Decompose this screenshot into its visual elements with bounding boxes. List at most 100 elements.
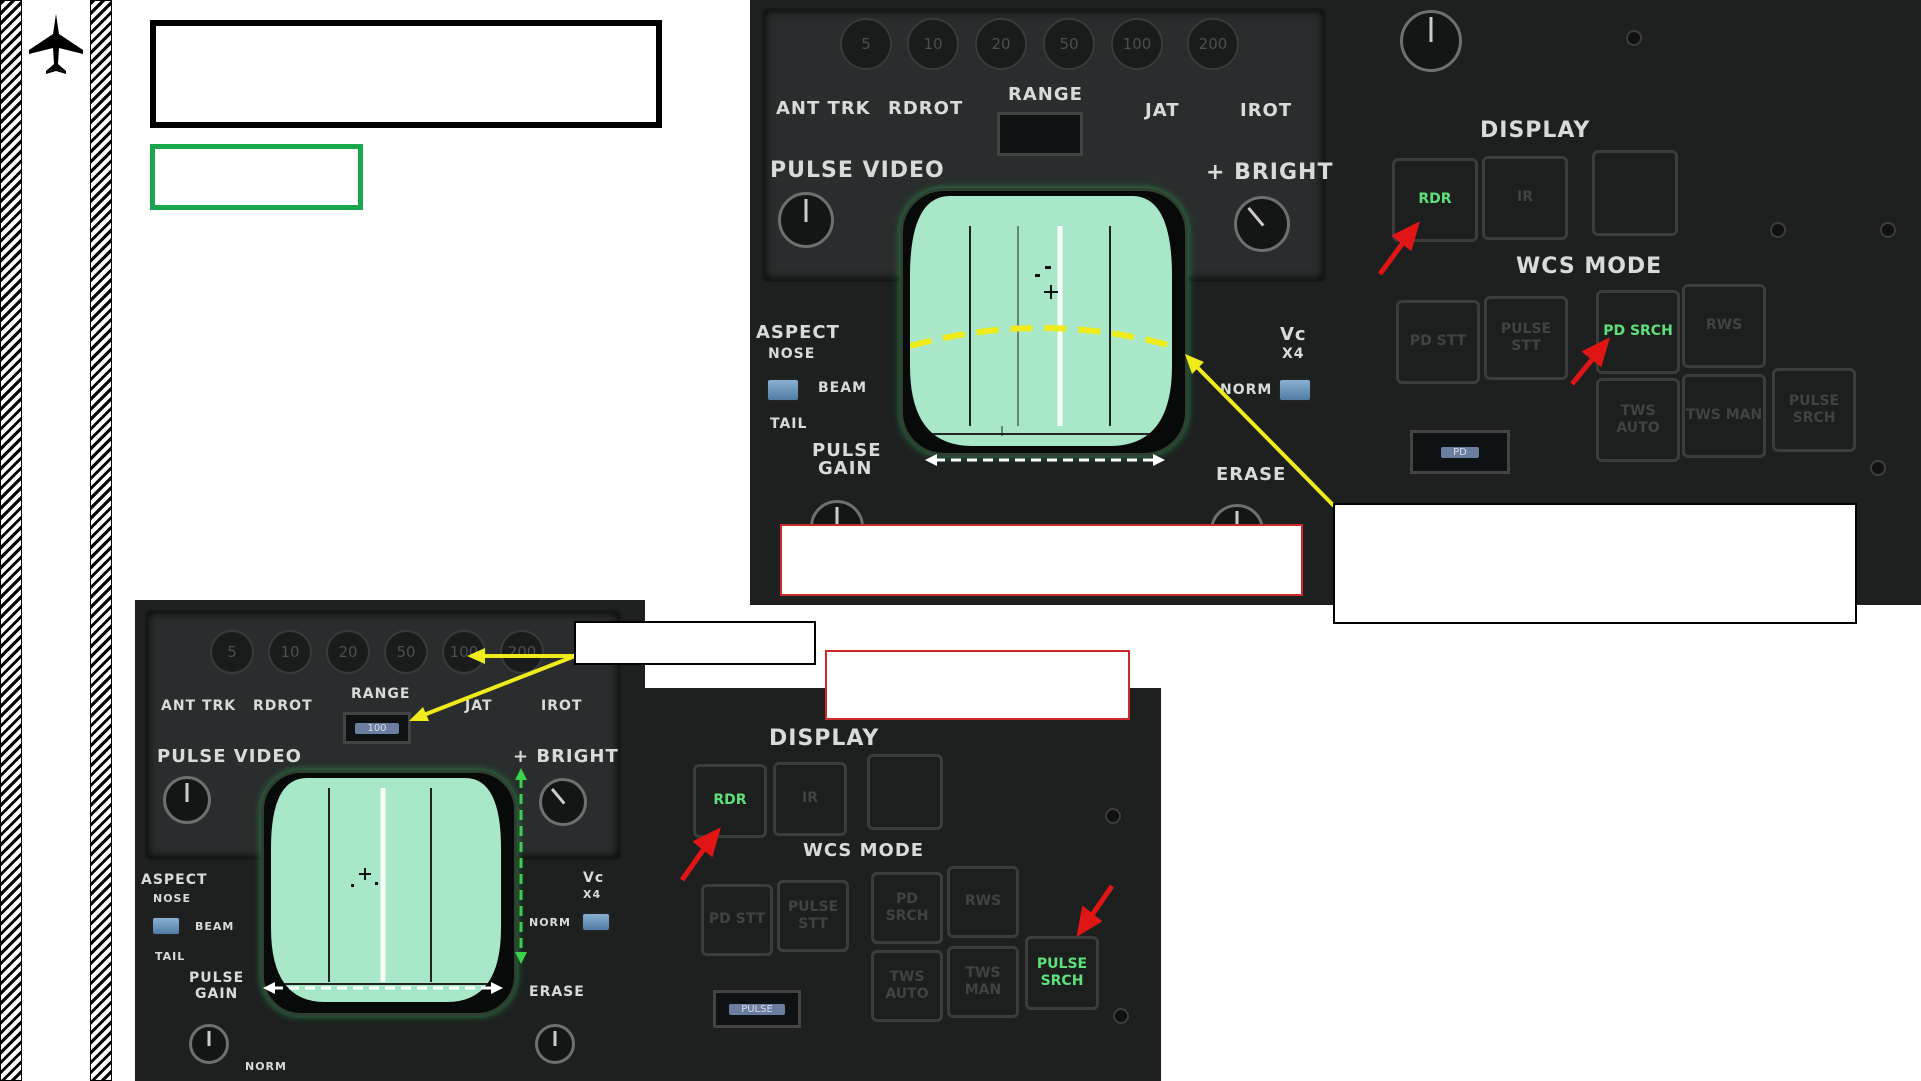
- bottom-scope-bezel: [261, 770, 517, 1016]
- beam-label: BEAM: [818, 380, 868, 396]
- range-label: RANGE: [1008, 84, 1083, 105]
- aspect-switch[interactable]: [766, 378, 800, 402]
- pulse-gain-label-2: GAIN: [818, 458, 873, 479]
- nose-label: NOSE: [768, 346, 816, 362]
- range-button-10[interactable]: 10: [907, 18, 959, 70]
- x4-label: X4: [1282, 346, 1305, 362]
- wcs-rws-button[interactable]: RWS: [1682, 284, 1766, 368]
- wcs-pd-srch-button[interactable]: PD SRCH: [1596, 290, 1680, 374]
- rdrot-label: RDROT: [888, 98, 964, 119]
- beam-label: BEAM: [195, 920, 235, 933]
- range-button-20[interactable]: 20: [326, 630, 370, 674]
- wcs-pulse-srch-button[interactable]: PULSE SRCH: [1025, 936, 1099, 1010]
- range-button-100[interactable]: 100: [442, 630, 486, 674]
- wcs-pulse-srch-button[interactable]: PULSE SRCH: [1772, 368, 1856, 452]
- wcs-tws-man-button[interactable]: TWS MAN: [1682, 374, 1766, 458]
- jat-label: JAT: [1145, 100, 1180, 121]
- wcs-tws-man-button[interactable]: TWS MAN: [947, 946, 1019, 1018]
- range-button-20[interactable]: 20: [975, 18, 1027, 70]
- display-blank-button[interactable]: [867, 754, 943, 830]
- wcs-pd-stt-button[interactable]: PD STT: [1396, 300, 1480, 384]
- norm-label: NORM: [529, 916, 571, 929]
- range-button-10[interactable]: 10: [268, 630, 312, 674]
- pulse-gain-label-2: GAIN: [195, 986, 239, 1002]
- display-ir-button[interactable]: IR: [773, 762, 847, 836]
- left-stripe: [0, 0, 22, 1081]
- rdrot-label: RDROT: [253, 698, 313, 714]
- vc-label: Vc: [1280, 324, 1307, 345]
- wcs-tws-auto-button[interactable]: TWS AUTO: [1596, 378, 1680, 462]
- callout-box-range: [574, 621, 816, 665]
- callout-box-right: [1333, 503, 1857, 624]
- screw: [1870, 460, 1886, 476]
- irot-label: IROT: [541, 698, 583, 714]
- tail-label: TAIL: [155, 950, 186, 963]
- display-ir-button[interactable]: IR: [1482, 156, 1568, 240]
- screw: [1113, 1008, 1129, 1024]
- range-label: RANGE: [351, 686, 411, 702]
- range-button-200[interactable]: 200: [500, 630, 544, 674]
- subtitle-box: [150, 144, 363, 210]
- norm-label: NORM: [1220, 382, 1273, 398]
- title-box: [150, 20, 662, 128]
- wcs-pd-stt-button[interactable]: PD STT: [701, 884, 773, 956]
- callout-box-red-top: [780, 524, 1303, 596]
- pulse-gain-knob[interactable]: [189, 1024, 229, 1064]
- screw: [1105, 808, 1121, 824]
- range-button-5[interactable]: 5: [210, 630, 254, 674]
- pulse-video-knob[interactable]: [778, 192, 834, 248]
- erase-label: ERASE: [1216, 464, 1287, 485]
- wcs-mode-title: WCS MODE: [1516, 254, 1663, 279]
- ant-trk-label: ANT TRK: [776, 98, 871, 119]
- range-readout-window: 100: [343, 712, 411, 744]
- tail-label: TAIL: [770, 416, 808, 432]
- range-readout-window: [997, 112, 1083, 156]
- callout-box-red-bottom: [825, 650, 1130, 720]
- display-title: DISPLAY: [769, 726, 880, 751]
- screw: [1770, 222, 1786, 238]
- screw: [1626, 30, 1642, 46]
- range-button-200[interactable]: 200: [1187, 18, 1239, 70]
- x4-label: X4: [583, 888, 602, 901]
- pulse-gain-label-1: PULSE: [189, 970, 245, 986]
- display-rdr-button[interactable]: RDR: [693, 764, 767, 838]
- top-scope-bezel: [900, 188, 1188, 456]
- aspect-label: ASPECT: [141, 872, 208, 888]
- vc-switch[interactable]: [581, 912, 611, 932]
- knob-norm-label: NORM: [245, 1060, 287, 1073]
- bottom-radar-panel: 5 10 20 50 100 200 ANT TRK RDROT RANGE J…: [135, 600, 645, 1081]
- wcs-tws-auto-button[interactable]: TWS AUTO: [871, 950, 943, 1022]
- jet-icon: [29, 14, 83, 74]
- erase-label: ERASE: [529, 984, 585, 1000]
- bright-label: + BRIGHT: [1206, 160, 1334, 185]
- wcs-pd-srch-button[interactable]: PD SRCH: [871, 872, 943, 944]
- wcs-mode-title: WCS MODE: [803, 840, 925, 861]
- vc-switch[interactable]: [1278, 378, 1312, 402]
- range-button-5[interactable]: 5: [840, 18, 892, 70]
- top-rotary-knob[interactable]: [1400, 10, 1462, 72]
- pulse-video-knob[interactable]: [163, 776, 211, 824]
- wcs-pulse-stt-button[interactable]: PULSE STT: [777, 880, 849, 952]
- aspect-switch[interactable]: [151, 916, 181, 936]
- display-blank-button[interactable]: [1592, 150, 1678, 236]
- range-button-50[interactable]: 50: [1043, 18, 1095, 70]
- bright-label: + BRIGHT: [513, 746, 619, 767]
- nose-label: NOSE: [153, 892, 191, 905]
- vc-label: Vc: [583, 870, 605, 886]
- screw: [1880, 222, 1896, 238]
- ant-trk-label: ANT TRK: [161, 698, 237, 714]
- bottom-display-panel: DISPLAY RDR IR WCS MODE PD STT PULSE STT…: [645, 688, 1161, 1081]
- wcs-rws-button[interactable]: RWS: [947, 866, 1019, 938]
- display-rdr-button[interactable]: RDR: [1392, 158, 1478, 242]
- aspect-label: ASPECT: [756, 322, 840, 343]
- range-button-100[interactable]: 100: [1111, 18, 1163, 70]
- bottom-mode-window: PULSE: [713, 990, 801, 1028]
- wcs-pulse-stt-button[interactable]: PULSE STT: [1484, 296, 1568, 380]
- range-button-50[interactable]: 50: [384, 630, 428, 674]
- irot-label: IROT: [1240, 100, 1293, 121]
- jat-label: JAT: [465, 698, 493, 714]
- right-stripe: [90, 0, 112, 1081]
- top-mode-window: PD: [1410, 430, 1510, 474]
- erase-knob[interactable]: [535, 1024, 575, 1064]
- pulse-video-label: PULSE VIDEO: [770, 158, 945, 183]
